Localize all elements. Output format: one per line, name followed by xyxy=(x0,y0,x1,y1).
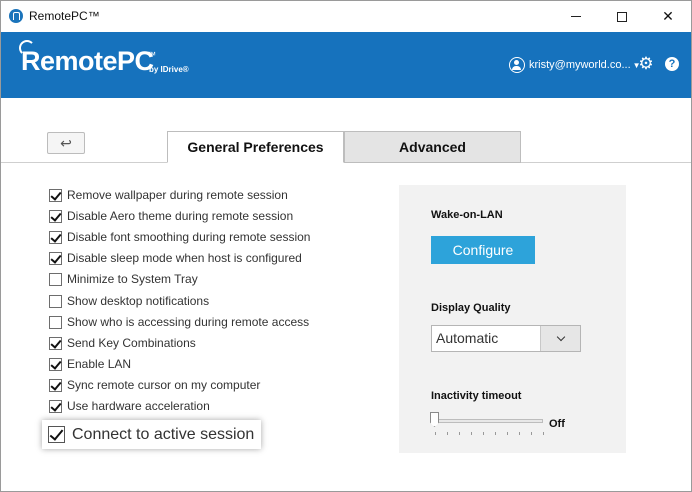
checkbox[interactable] xyxy=(49,315,62,329)
checkbox[interactable] xyxy=(49,251,62,265)
remotepc-app-icon xyxy=(9,9,23,23)
checkbox[interactable] xyxy=(49,399,62,413)
chevron-down-icon xyxy=(556,332,565,342)
option-minimize-to-tray[interactable]: Minimize to System Tray xyxy=(49,271,198,287)
slider-tick xyxy=(543,432,544,435)
checkbox[interactable] xyxy=(49,336,62,350)
display-quality-select[interactable]: Automatic xyxy=(431,325,581,352)
user-icon xyxy=(509,57,525,73)
app-window: RemotePC™ ✕ RemotePC ™ by IDrive® kristy… xyxy=(0,0,692,492)
help-icon[interactable]: ? xyxy=(665,57,679,71)
display-quality-value: Automatic xyxy=(436,330,499,346)
option-disable-font-smoothing[interactable]: Disable font smoothing during remote ses… xyxy=(49,229,310,245)
option-hardware-acceleration[interactable]: Use hardware acceleration xyxy=(49,398,210,414)
slider-tick xyxy=(531,432,532,435)
checkbox[interactable] xyxy=(48,426,65,443)
slider-tick xyxy=(507,432,508,435)
checkbox[interactable] xyxy=(49,378,62,392)
title-bar: RemotePC™ ✕ xyxy=(1,1,691,32)
inactivity-slider-thumb[interactable] xyxy=(430,412,439,427)
option-remove-wallpaper[interactable]: Remove wallpaper during remote session xyxy=(49,187,288,203)
maximize-icon xyxy=(617,11,627,22)
checkbox[interactable] xyxy=(49,357,62,371)
account-menu[interactable]: kristy@myworld.co... ▼ xyxy=(509,57,641,73)
settings-panel: Wake-on-LAN Configure Display Quality Au… xyxy=(399,185,626,453)
slider-tick xyxy=(459,432,460,435)
minimize-button[interactable] xyxy=(553,1,599,32)
option-disable-sleep[interactable]: Disable sleep mode when host is configur… xyxy=(49,250,302,266)
dropdown-button[interactable] xyxy=(540,326,580,351)
option-show-who-accessing[interactable]: Show who is accessing during remote acce… xyxy=(49,314,309,330)
checkbox[interactable] xyxy=(49,188,62,202)
inactivity-timeout-label: Inactivity timeout xyxy=(431,390,522,402)
checkbox[interactable] xyxy=(49,294,62,308)
back-arrow-icon: ↩ xyxy=(60,135,72,151)
wake-on-lan-label: Wake-on-LAN xyxy=(431,209,503,221)
checkbox[interactable] xyxy=(49,272,62,286)
option-send-key-combinations[interactable]: Send Key Combinations xyxy=(49,335,196,351)
configure-button[interactable]: Configure xyxy=(431,236,535,264)
inactivity-slider-track[interactable] xyxy=(433,419,543,423)
inactivity-value: Off xyxy=(549,418,565,430)
header-band: RemotePC ™ by IDrive® kristy@myworld.co.… xyxy=(1,32,691,98)
logo-signal-arc xyxy=(19,40,35,56)
display-quality-label: Display Quality xyxy=(431,302,511,314)
tab-general-preferences[interactable]: General Preferences xyxy=(167,131,344,163)
option-disable-aero[interactable]: Disable Aero theme during remote session xyxy=(49,208,293,224)
close-icon: ✕ xyxy=(662,8,674,24)
minimize-icon xyxy=(571,16,581,17)
remotepc-logo: RemotePC ™ by IDrive® xyxy=(19,40,189,77)
window-title: RemotePC™ xyxy=(29,9,100,23)
maximize-button[interactable] xyxy=(599,1,645,32)
slider-tick xyxy=(495,432,496,435)
slider-tick xyxy=(435,432,436,435)
option-desktop-notifications[interactable]: Show desktop notifications xyxy=(49,293,209,309)
gear-icon[interactable]: ⚙ xyxy=(638,55,654,72)
option-sync-remote-cursor[interactable]: Sync remote cursor on my computer xyxy=(49,377,260,393)
slider-tick xyxy=(483,432,484,435)
option-connect-active-session[interactable]: Connect to active session xyxy=(42,420,261,449)
slider-tick xyxy=(519,432,520,435)
back-button[interactable]: ↩ xyxy=(47,132,85,154)
slider-tick xyxy=(471,432,472,435)
tab-advanced[interactable]: Advanced xyxy=(344,131,521,163)
checkbox[interactable] xyxy=(49,209,62,223)
slider-tick xyxy=(447,432,448,435)
close-button[interactable]: ✕ xyxy=(645,1,691,32)
checkbox[interactable] xyxy=(49,230,62,244)
option-enable-lan[interactable]: Enable LAN xyxy=(49,356,131,372)
user-email: kristy@myworld.co... xyxy=(529,59,631,71)
